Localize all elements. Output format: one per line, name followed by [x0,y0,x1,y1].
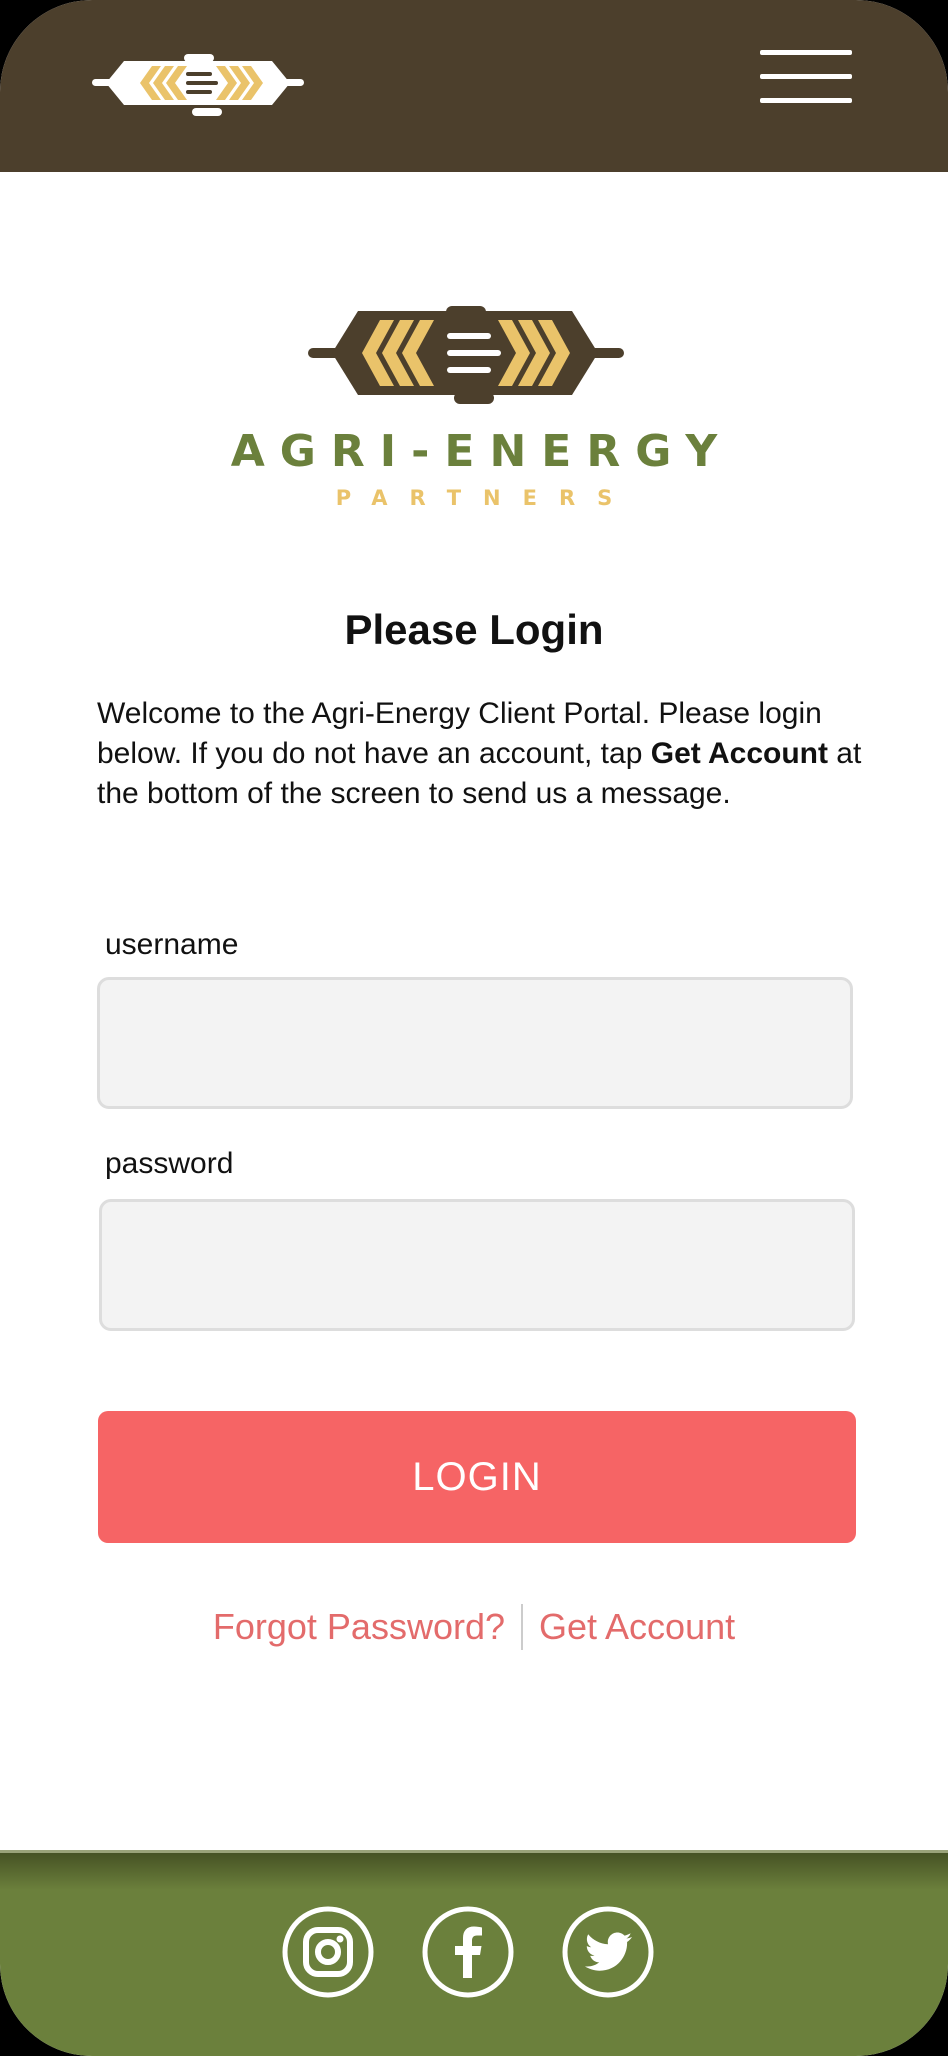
menu-line [760,50,852,55]
get-account-link[interactable]: Get Account [539,1606,735,1648]
intro-text: Welcome to the Agri-Energy Client Portal… [97,694,867,814]
intro-get-account: Get Account [650,737,828,770]
password-input[interactable] [99,1199,855,1331]
username-input[interactable] [97,977,853,1109]
login-button[interactable]: LOGIN [98,1411,856,1543]
brand-name: AGRI-ENERGY [230,426,733,477]
forgot-password-link[interactable]: Forgot Password? [213,1606,505,1648]
username-label: username [105,928,239,961]
footer-bar [0,1850,948,2056]
menu-line [760,74,852,79]
account-links: Forgot Password? Get Account [0,1604,948,1651]
brand-logo-icon [308,306,624,404]
password-label: password [105,1147,234,1180]
hamburger-menu-icon[interactable] [756,46,856,108]
header-bar [0,0,948,172]
instagram-icon[interactable] [282,1906,374,1998]
footer-divider [0,1850,948,1853]
wheat-chevron-logo-icon[interactable] [92,52,304,118]
facebook-icon[interactable] [422,1906,514,1998]
brand-subtitle: PARTNERS [335,486,635,510]
footer-shadow [0,1850,948,1890]
login-screen: AGRI-ENERGY PARTNERS Please Login Welcom… [0,0,948,2056]
menu-line [760,98,852,103]
twitter-icon[interactable] [562,1906,654,1998]
page-title: Please Login [344,606,604,653]
link-divider [521,1604,523,1651]
